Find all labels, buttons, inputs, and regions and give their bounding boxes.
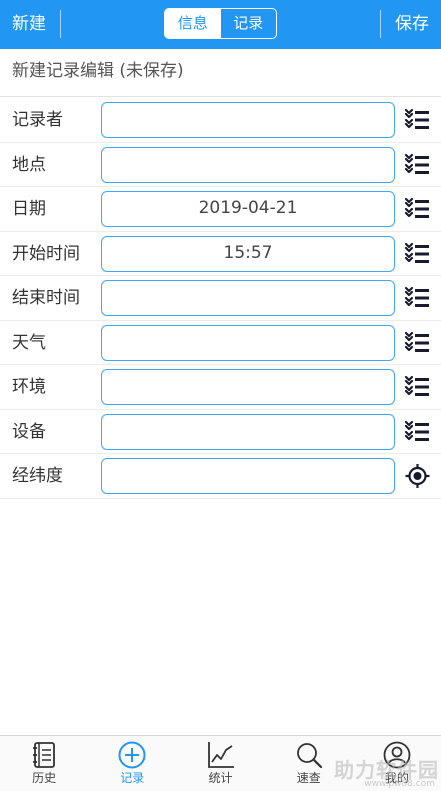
coordinates-label: 经纬度 [12,466,63,486]
list-picker-icon[interactable] [404,152,431,178]
form-row-recorder: 记录者 [0,98,441,143]
history-book-icon [33,742,55,768]
equipment-label: 设备 [12,421,46,442]
record-form: 记录者 地点 日期 2019-04-21 开始时间 15:57 结束时间 天气 … [0,98,441,499]
end-time-field[interactable] [101,280,395,316]
tab-record[interactable]: 记录 [221,9,277,38]
chart-line-icon [207,742,234,768]
coordinates-field[interactable] [101,458,395,494]
info-record-switch: 信息 记录 [164,8,277,39]
form-row-equipment: 设备 [0,410,441,454]
list-picker-icon[interactable] [404,241,431,267]
nav-history-label: 历史 [32,771,57,785]
form-row-end-time: 结束时间 [0,276,441,321]
add-circle-icon [118,741,146,769]
recorder-label: 记录者 [12,110,63,130]
nav-statistics-label: 统计 [208,771,233,785]
list-picker-icon[interactable] [404,419,431,445]
save-button[interactable]: 保存 [395,0,429,49]
location-field[interactable] [101,146,395,183]
list-picker-icon[interactable] [404,285,431,311]
new-button[interactable]: 新建 [12,0,46,49]
list-picker-icon[interactable] [404,196,431,222]
bottom-navigation: 历史 记录 统计 速查 我的 助力软件园 www.pw88.com [0,735,441,791]
form-row-environment: 环境 [0,365,441,410]
form-row-date: 日期 2019-04-21 [0,187,441,232]
list-picker-icon[interactable] [404,107,431,133]
nav-statistics[interactable]: 统计 [176,736,264,791]
date-field[interactable]: 2019-04-21 [101,191,395,227]
location-label: 地点 [12,154,46,175]
watermark-url: www.pw88.com [364,779,435,789]
environment-label: 环境 [12,377,46,397]
search-icon [296,743,322,769]
start-time-field[interactable]: 15:57 [101,235,395,272]
nav-record[interactable]: 记录 [88,736,176,791]
list-picker-icon[interactable] [404,330,431,356]
top-divider-right [380,10,381,38]
nav-record-label: 记录 [120,771,145,785]
app-root: 新建 信息 记录 保存 新建记录编辑 (未保存) 记录者 地点 日期 2019-… [0,0,441,791]
page-title: 新建记录编辑 (未保存) [0,49,441,97]
list-picker-icon[interactable] [404,374,431,400]
date-label: 日期 [12,199,46,219]
top-divider-left [60,10,61,38]
form-row-weather: 天气 [0,321,441,365]
recorder-field[interactable] [101,102,395,138]
start-time-label: 开始时间 [12,243,80,264]
locate-icon[interactable] [404,463,431,489]
end-time-label: 结束时间 [12,288,80,308]
equipment-field[interactable] [101,413,395,450]
tab-info[interactable]: 信息 [165,9,221,38]
top-app-bar: 新建 信息 记录 保存 [0,0,441,49]
weather-field[interactable] [101,324,395,361]
nav-history[interactable]: 历史 [0,736,88,791]
weather-label: 天气 [12,332,46,353]
environment-field[interactable] [101,369,395,405]
form-row-coordinates: 经纬度 [0,454,441,499]
form-row-location: 地点 [0,143,441,187]
form-row-start-time: 开始时间 15:57 [0,232,441,276]
